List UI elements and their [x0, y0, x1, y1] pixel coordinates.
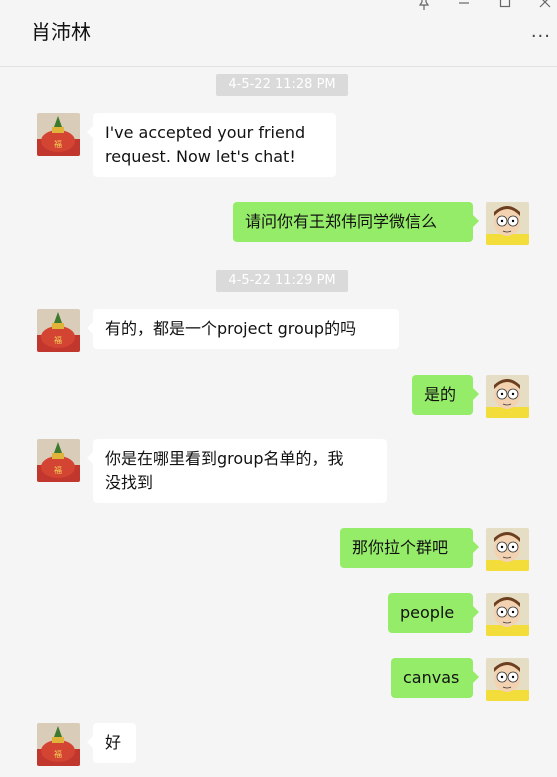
- contact-avatar[interactable]: 福: [37, 439, 80, 482]
- user-avatar[interactable]: [486, 375, 529, 418]
- incoming-message: I've accepted your friend request. Now l…: [87, 113, 336, 177]
- outgoing-message: canvas: [391, 658, 479, 698]
- contact-avatar[interactable]: 福: [37, 723, 80, 766]
- user-avatar[interactable]: [486, 202, 529, 245]
- more-icon[interactable]: ···: [531, 26, 551, 47]
- user-avatar[interactable]: [486, 658, 529, 701]
- svg-text:福: 福: [54, 140, 62, 149]
- outgoing-message: 那你拉个群吧: [340, 528, 479, 568]
- minimize-icon[interactable]: [452, 0, 476, 16]
- chat-title: 肖沛林: [31, 20, 91, 44]
- svg-text:福: 福: [54, 336, 62, 345]
- svg-text:福: 福: [54, 750, 62, 759]
- incoming-message: 有的，都是一个project group的吗: [87, 309, 399, 349]
- close-icon[interactable]: [533, 0, 557, 16]
- chat-header: 肖沛林 ···: [0, 0, 557, 67]
- outgoing-message: 请问你有王郑伟同学微信么: [233, 202, 479, 242]
- svg-text:福: 福: [54, 466, 62, 475]
- timestamp: 4-5-22 11:29 PM: [216, 270, 348, 292]
- outgoing-message: 是的: [412, 375, 479, 415]
- pin-icon[interactable]: [412, 0, 436, 16]
- user-avatar[interactable]: [486, 593, 529, 636]
- incoming-message: 好: [87, 723, 136, 763]
- user-avatar[interactable]: [486, 528, 529, 571]
- contact-avatar[interactable]: 福: [37, 309, 80, 352]
- incoming-message: 你是在哪里看到group名单的，我 没找到: [87, 439, 387, 503]
- maximize-icon[interactable]: [493, 0, 517, 16]
- contact-avatar[interactable]: 福: [37, 113, 80, 156]
- outgoing-message: people: [388, 593, 479, 633]
- timestamp: 4-5-22 11:28 PM: [216, 74, 348, 96]
